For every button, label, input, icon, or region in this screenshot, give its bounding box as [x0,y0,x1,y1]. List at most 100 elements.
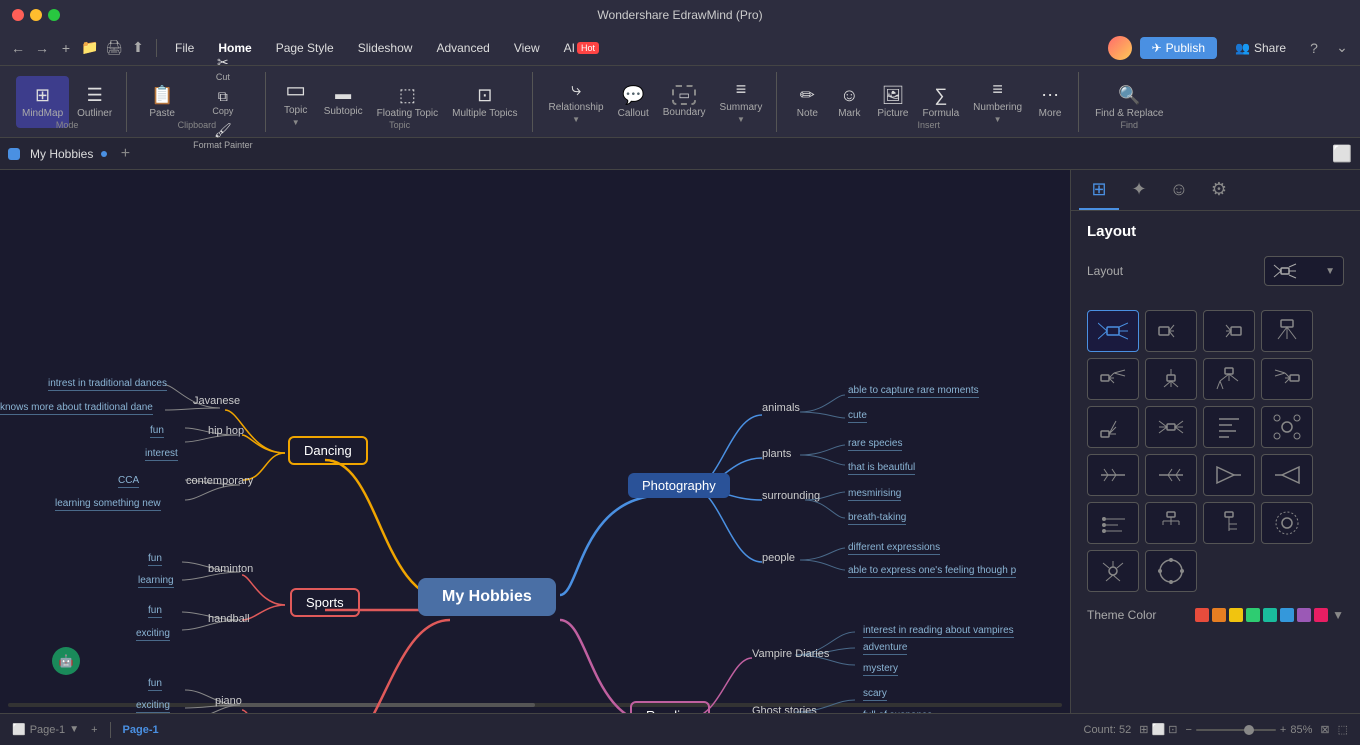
layout-right[interactable] [1145,310,1197,352]
layout-fish-left[interactable] [1087,454,1139,496]
sub-piano[interactable]: piano [215,695,242,707]
layout-center-h[interactable] [1145,406,1197,448]
page-dropdown[interactable]: ▼ [69,724,79,735]
zoom-control[interactable]: − + 85% [1185,724,1312,736]
layout-org-single[interactable] [1203,502,1255,544]
user-avatar[interactable] [1108,36,1132,60]
layout-fish-right[interactable] [1145,454,1197,496]
layout-right-branch[interactable] [1261,358,1313,400]
panel-tab-layout[interactable]: ⊞ [1079,170,1119,210]
more-btn[interactable]: ⋯ More [1030,76,1070,128]
callout-btn[interactable]: 💬 Callout [612,76,655,128]
theme-color-control[interactable]: ▼ [1195,608,1344,622]
layout-cluster[interactable] [1087,550,1139,592]
fit-screen-btn[interactable]: ⊠ [1320,723,1329,736]
layout-scatter[interactable] [1261,406,1313,448]
sub-javanese[interactable]: Javanese [193,395,240,407]
copy-btn[interactable]: ⧉ Copy [189,86,257,118]
sub-vampire[interactable]: Vampire Diaries [752,648,829,660]
toolbar: ⊞ MindMap ☰ Outliner Mode 📋 Paste ✂ Cut … [0,66,1360,138]
center-node[interactable]: My Hobbies [418,578,556,616]
page-selector[interactable]: ⬜ Page-1 ▼ [12,723,79,736]
topic-reading[interactable]: Reading [630,701,710,713]
menu-slideshow[interactable]: Slideshow [348,37,423,59]
layout-left-branch[interactable] [1087,358,1139,400]
share-button[interactable]: 👥 Share [1225,37,1296,59]
picture-btn[interactable]: 🖼 Picture [871,76,914,128]
canvas[interactable]: My Hobbies Dancing Javanese hip hop cont… [0,170,1070,713]
multiple-topics-btn[interactable]: ⊡ Multiple Topics [446,76,523,128]
menu-advanced[interactable]: Advanced [426,37,499,59]
export-btn[interactable]: ⬆ [128,38,148,58]
relationship-btn[interactable]: ⤷ Relationship ▼ [543,76,610,128]
cut-btn[interactable]: ✂ Cut [189,52,257,84]
layout-dots[interactable] [1087,502,1139,544]
panel-tab-settings[interactable]: ⚙ [1199,170,1239,210]
add-btn[interactable]: + [56,38,76,58]
layout-center-tree[interactable] [1145,358,1197,400]
topic-btn[interactable]: ▭ Topic ▼ [276,76,316,128]
print-btn[interactable]: 🖨 [104,38,124,58]
formula-label: Formula [922,108,959,119]
topic-sports[interactable]: Sports [290,588,360,617]
cut-icon: ✂ [217,54,229,71]
menu-pagestyle[interactable]: Page Style [266,37,344,59]
zoom-plus[interactable]: + [1280,724,1286,736]
layout-radial[interactable] [1261,502,1313,544]
layout-top-right[interactable] [1203,406,1255,448]
sub-people[interactable]: people [762,552,795,564]
subtopic-btn[interactable]: ▬ Subtopic [318,76,369,128]
sub-surrounding[interactable]: surrounding [762,490,820,502]
layout-select[interactable]: ▼ [1264,256,1344,286]
sub-animals[interactable]: animals [762,402,800,414]
layout-balanced[interactable] [1087,310,1139,352]
close-button[interactable] [12,9,24,21]
panel-tab-location[interactable]: ☺ [1159,170,1199,210]
view-icons[interactable]: ⊞ ⬜ ⊡ [1139,723,1177,736]
maximize-button[interactable] [48,9,60,21]
zoom-line[interactable] [1196,729,1276,731]
maximize-tab-btn[interactable]: ⬜ [1332,144,1352,164]
add-tab-btn[interactable]: + [115,144,135,164]
menu-view[interactable]: View [504,37,550,59]
add-page-btn[interactable]: + [91,724,97,736]
layout-bottom-left[interactable] [1087,406,1139,448]
layout-topdown[interactable] [1261,310,1313,352]
collapse-btn[interactable]: ⌄ [1332,38,1352,58]
numbering-btn[interactable]: ≡ Numbering ▼ [967,76,1028,128]
sub-ghost[interactable]: Ghost stories [752,705,817,713]
zoom-minus[interactable]: − [1185,724,1191,736]
minimize-button[interactable] [30,9,42,21]
boundary-btn[interactable]: ▭ Boundary [657,76,712,128]
floating-topic-icon: ⬚ [399,85,416,106]
tab-dot [101,151,107,157]
sub-contemporary[interactable]: contemporary [186,475,253,487]
publish-button[interactable]: ✈ Publish [1140,37,1217,59]
mark-btn[interactable]: ☺ Mark [829,76,869,128]
clipboard-group: 📋 Paste ✂ Cut ⧉ Copy 🖌 Format Painter Cl… [129,72,266,132]
sub-badminton[interactable]: baminton [208,563,253,575]
history-forward[interactable]: → [32,38,52,58]
history-back[interactable]: ← [8,38,28,58]
layout-top-branch[interactable] [1203,358,1255,400]
topic-dancing[interactable]: Dancing [288,436,368,465]
sub-hiphop[interactable]: hip hop [208,425,244,437]
fullscreen-btn[interactable]: ⬚ [1338,723,1348,736]
multiple-topics-icon: ⊡ [477,85,492,106]
layout-circle[interactable] [1145,550,1197,592]
layout-org-down[interactable] [1145,502,1197,544]
sub-handball[interactable]: handball [208,613,250,625]
summary-btn[interactable]: ≡ Summary ▼ [714,76,769,128]
help-btn[interactable]: ? [1304,38,1324,58]
open-btn[interactable]: 📁 [80,38,100,58]
zoom-handle[interactable] [1244,725,1254,735]
sub-plants[interactable]: plants [762,448,791,460]
active-page[interactable]: Page-1 [123,724,159,736]
layout-arrow-right[interactable] [1203,454,1255,496]
layout-arrow-left[interactable] [1261,454,1313,496]
note-btn[interactable]: ✏ Note [787,76,827,128]
panel-tab-sparkle[interactable]: ✦ [1119,170,1159,210]
menu-ai[interactable]: AI Hot [554,37,609,59]
topic-photography[interactable]: Photography [628,473,730,498]
layout-left[interactable] [1203,310,1255,352]
